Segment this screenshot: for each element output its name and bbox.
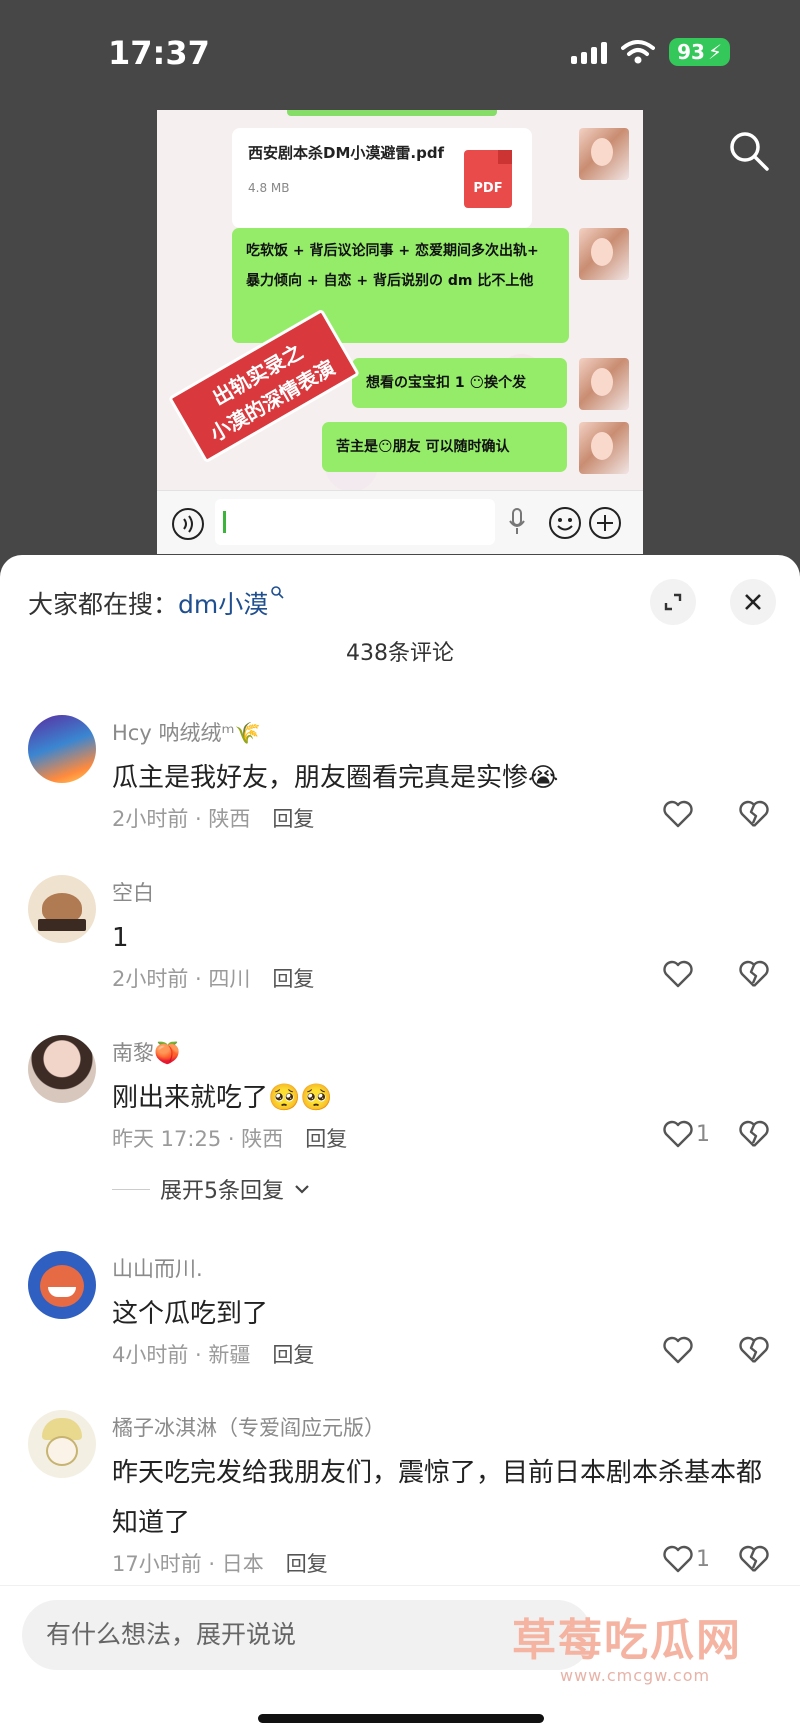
sender-avatar — [579, 422, 629, 474]
watermark-url: www.cmcgw.com — [560, 1666, 711, 1685]
trending-search[interactable]: 大家都在搜：dm小漠 — [28, 585, 284, 621]
message-bubble: 吃软饭 + 背后议论同事 + 恋爱期间多次出轨+ 暴力倾向 + 自恋 + 背后说… — [232, 228, 569, 343]
expand-replies-label: 展开5条回复 — [160, 1179, 284, 1204]
broken-heart-icon[interactable] — [738, 1544, 770, 1574]
reply-button[interactable]: 回复 — [286, 1552, 328, 1576]
comment-time-location: 4小时前 · 新疆 — [112, 1343, 251, 1367]
like-button[interactable] — [662, 959, 696, 989]
expand-icon — [664, 593, 682, 611]
trending-prefix: 大家都在搜： — [28, 590, 179, 619]
heart-icon — [663, 800, 693, 828]
comment-meta: 17小时前 · 日本 回复 — [112, 1548, 328, 1578]
comment-time-location: 2小时前 · 陕西 — [112, 807, 251, 831]
broken-heart-icon[interactable] — [738, 799, 770, 829]
close-icon — [745, 594, 761, 610]
search-icon[interactable] — [728, 130, 770, 172]
microphone-icon — [509, 508, 525, 534]
chat-text-field — [215, 499, 495, 545]
bottom-comment-bar: 有什么想法，展开说说 草莓吃瓜网 www.cmcgw.com — [0, 1585, 800, 1735]
like-button[interactable] — [662, 799, 696, 829]
comment-time-location: 17小时前 · 日本 — [112, 1552, 264, 1576]
comment-text: 昨天吃完发给我朋友们，震惊了，目前日本剧本杀基本都知道了 — [112, 1458, 763, 1538]
chevron-down-icon — [295, 1185, 309, 1194]
broken-heart-icon[interactable] — [738, 1335, 770, 1365]
comment-username[interactable]: 山山而川. — [112, 1253, 203, 1283]
status-time: 17:37 — [108, 34, 210, 72]
watermark-text: 草莓吃瓜网 — [512, 1615, 742, 1666]
reply-button[interactable]: 回复 — [305, 1127, 347, 1151]
message-bubble: 苦主是😶朋友 可以随时确认 — [322, 422, 567, 472]
file-message-bubble: 西安剧本杀DM小漠避雷.pdf 4.8 MB PDF — [232, 128, 532, 228]
like-button[interactable]: 1 — [662, 1119, 710, 1149]
shared-chat-image[interactable]: 西安剧本杀DM小漠避雷.pdf 4.8 MB PDF 吃软饭 + 背后议论同事 … — [157, 110, 643, 554]
heart-icon — [663, 1120, 693, 1148]
like-button[interactable] — [662, 1335, 696, 1365]
comment-username[interactable]: 空白 — [112, 877, 154, 907]
message-bubble: 想看の宝宝扣 1 😶挨个发 — [352, 358, 567, 408]
wifi-icon — [621, 40, 656, 64]
heart-icon — [663, 1545, 693, 1573]
expand-button[interactable] — [650, 579, 696, 625]
reply-button[interactable]: 回复 — [272, 967, 314, 991]
comment-meta: 4小时前 · 新疆 回复 — [112, 1339, 314, 1369]
avatar[interactable] — [28, 1410, 96, 1478]
heart-icon — [663, 1336, 693, 1364]
avatar[interactable] — [28, 875, 96, 943]
sender-avatar — [579, 358, 629, 410]
reply-button[interactable]: 回复 — [272, 1343, 314, 1367]
comment-time-location: 2小时前 · 四川 — [112, 967, 251, 991]
divider-line — [112, 1188, 150, 1190]
text-caret — [223, 511, 226, 533]
like-button[interactable]: 1 — [662, 1544, 710, 1574]
sender-avatar — [579, 128, 629, 180]
sender-avatar — [579, 228, 629, 280]
comment-count: 438条评论 — [346, 641, 454, 666]
status-icons: 93 ⚡ — [571, 38, 730, 66]
voice-icon — [172, 508, 204, 540]
broken-heart-icon[interactable] — [738, 1119, 770, 1149]
avatar[interactable] — [28, 1251, 96, 1319]
comment-username[interactable]: 橘子冰淇淋（专爱阎应元版） — [112, 1412, 385, 1442]
comment-text: 瓜主是我好友，朋友圈看完真是实惨😭 — [112, 763, 559, 793]
comment-meta: 昨天 17:25 · 陕西 回复 — [112, 1123, 347, 1153]
battery-indicator: 93 ⚡ — [669, 38, 730, 66]
plus-icon — [589, 507, 621, 539]
emoji-icon — [549, 507, 581, 539]
comment-meta: 2小时前 · 四川 回复 — [112, 963, 314, 993]
avatar[interactable] — [28, 1035, 96, 1103]
previous-message-bubble — [287, 110, 497, 116]
comment-input[interactable]: 有什么想法，展开说说 — [22, 1600, 592, 1670]
battery-level: 93 — [677, 40, 705, 64]
comment-text: 刚出来就吃了🥺🥺 — [112, 1083, 333, 1113]
heart-icon — [663, 960, 693, 988]
cellular-signal-icon — [571, 40, 608, 64]
home-indicator[interactable] — [258, 1714, 544, 1723]
avatar[interactable] — [28, 715, 96, 783]
search-small-icon — [271, 586, 284, 599]
reply-button[interactable]: 回复 — [272, 807, 314, 831]
comment-time-location: 昨天 17:25 · 陕西 — [112, 1127, 284, 1151]
comment-text: 1 — [112, 923, 129, 953]
chat-input-bar — [157, 490, 643, 554]
comment-text: 这个瓜吃到了 — [112, 1299, 269, 1329]
comment-meta: 2小时前 · 陕西 回复 — [112, 803, 314, 833]
trending-keyword[interactable]: dm小漠 — [178, 590, 268, 619]
charging-bolt-icon: ⚡ — [707, 40, 722, 64]
like-count: 1 — [696, 1121, 710, 1147]
like-count: 1 — [696, 1546, 710, 1572]
expand-replies-button[interactable]: 展开5条回复 — [112, 1173, 310, 1205]
close-button[interactable] — [730, 579, 776, 625]
pdf-file-icon: PDF — [464, 150, 512, 208]
comment-sheet: 大家都在搜：dm小漠 438条评论 Hcy 呐绒绒ᵐ🌾 瓜主是我好友，朋友圈看完… — [0, 555, 800, 1735]
broken-heart-icon[interactable] — [738, 959, 770, 989]
comment-username[interactable]: Hcy 呐绒绒ᵐ🌾 — [112, 717, 261, 747]
comment-username[interactable]: 南黎🍑 — [112, 1037, 180, 1067]
